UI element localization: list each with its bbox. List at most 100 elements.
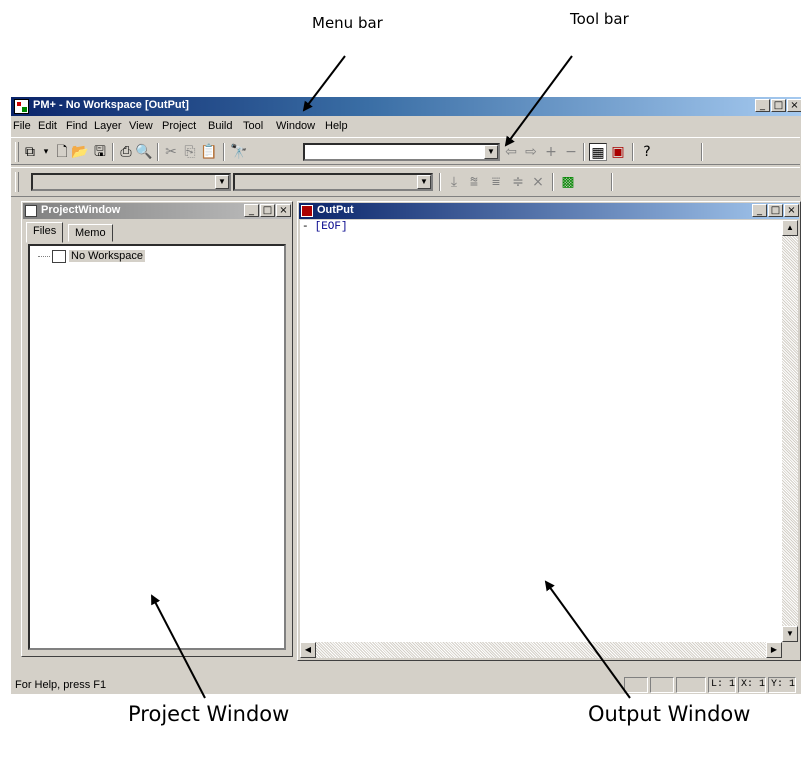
- clean-icon[interactable]: ⨯: [529, 173, 547, 191]
- status-text: For Help, press F1: [15, 679, 107, 691]
- status-x: X: 1: [738, 677, 766, 693]
- scroll-right-icon[interactable]: ▶: [766, 642, 782, 658]
- print-icon[interactable]: ⎙: [117, 143, 135, 161]
- menu-bar-annotation: Menu bar: [312, 14, 383, 32]
- close-button[interactable]: ×: [784, 204, 799, 217]
- toolbar-end: [701, 143, 703, 161]
- menu-view[interactable]: View: [129, 120, 153, 132]
- chevron-down-icon[interactable]: ▼: [215, 175, 229, 189]
- menu-window[interactable]: Window: [276, 120, 315, 132]
- scroll-down-icon[interactable]: ▼: [782, 626, 798, 642]
- build-target-combo[interactable]: ▼: [31, 173, 231, 191]
- tree-item-label: No Workspace: [69, 250, 145, 263]
- maximize-button[interactable]: □: [768, 204, 783, 217]
- horizontal-scrollbar[interactable]: ◀ ▶: [300, 642, 782, 658]
- scroll-up-icon[interactable]: ▲: [782, 220, 798, 236]
- find-icon[interactable]: 🔭: [230, 143, 248, 161]
- menu-layer[interactable]: Layer: [94, 120, 122, 132]
- tab-files[interactable]: Files: [26, 222, 64, 243]
- open-file-icon[interactable]: 📂: [71, 143, 89, 161]
- toolbar-separator: [632, 143, 634, 161]
- build-icon[interactable]: ⤓: [445, 173, 463, 191]
- build-config-combo[interactable]: ▼: [233, 173, 433, 191]
- stop-icon[interactable]: ≑: [509, 173, 527, 191]
- minimize-button[interactable]: _: [752, 204, 767, 217]
- output-window-controls: _ □ ×: [751, 204, 799, 217]
- menu-find[interactable]: Find: [66, 120, 87, 132]
- menu-project[interactable]: Project: [162, 120, 196, 132]
- help-icon[interactable]: ?: [638, 143, 656, 161]
- status-pane: [676, 677, 706, 693]
- back-icon[interactable]: ⇦: [502, 143, 520, 161]
- project-window-title-bar[interactable]: ProjectWindow _ □ ×: [23, 203, 291, 219]
- app-title: PM+ - No Workspace [OutPut]: [33, 99, 189, 111]
- scroll-left-icon[interactable]: ◀: [300, 642, 316, 658]
- output-window: OutPut _ □ × - [EOF] ▲ ▼ ◀ ▶: [297, 201, 801, 661]
- add-icon[interactable]: +: [542, 143, 560, 161]
- rebuild-icon[interactable]: ⩰: [465, 173, 483, 191]
- close-button[interactable]: ×: [276, 204, 291, 217]
- app-title-bar[interactable]: PM+ - No Workspace [OutPut] _ □ ×: [11, 97, 801, 116]
- workspace-icon: [52, 250, 66, 263]
- copy-icon[interactable]: ⎘: [181, 143, 199, 161]
- toolbar-separator: [112, 143, 114, 161]
- menu-help[interactable]: Help: [325, 120, 348, 132]
- project-tree-icon: [25, 205, 37, 217]
- project-window-controls: _ □ ×: [243, 204, 291, 217]
- project-window-icon[interactable]: ▦: [589, 143, 607, 161]
- output-line: - [EOF]: [302, 221, 348, 233]
- pm-app-icon: [14, 99, 29, 114]
- window-controls: _ □ ×: [754, 99, 801, 112]
- status-line: L: 1: [708, 677, 736, 693]
- project-window: ProjectWindow _ □ × Files Memo No Workspac…: [21, 201, 293, 657]
- tree-item[interactable]: No Workspace: [38, 250, 145, 263]
- build-toolbar: ▼ ▼ ⤓ ⩰ ⩸ ≑ ⨯ ▩: [11, 167, 800, 197]
- output-window-title-bar[interactable]: OutPut _ □ ×: [299, 203, 799, 219]
- chevron-down-icon[interactable]: ▼: [417, 175, 431, 189]
- toolbar-separator: [439, 173, 441, 191]
- toolbar-separator: [583, 143, 585, 161]
- main-toolbar: ⧉ ▾ 🗋 📂 🖫 ⎙ 🔍 ✂ ⎘ 📋 🔭 ▼ ⇦ ⇨ + − ▦ ▣ ?: [11, 137, 800, 165]
- status-y: Y: 1: [768, 677, 796, 693]
- tab-memo[interactable]: Memo: [68, 224, 113, 242]
- tree-connector: [38, 256, 50, 257]
- status-pane: [650, 677, 674, 693]
- minimize-button[interactable]: _: [755, 99, 770, 112]
- menu-build[interactable]: Build: [208, 120, 232, 132]
- output-window-title: OutPut: [317, 204, 354, 216]
- output-window-annotation: Output Window: [588, 702, 751, 726]
- cut-icon[interactable]: ✂: [162, 143, 180, 161]
- status-bar: For Help, press F1 L: 1 X: 1 Y: 1: [11, 675, 800, 695]
- project-tree[interactable]: No Workspace: [28, 244, 286, 650]
- menu-tool[interactable]: Tool: [243, 120, 263, 132]
- forward-icon[interactable]: ⇨: [522, 143, 540, 161]
- output-window-icon[interactable]: ▣: [609, 143, 627, 161]
- menu-file[interactable]: File: [13, 120, 31, 132]
- toolbar-grip[interactable]: [15, 172, 19, 192]
- project-window-title: ProjectWindow: [41, 204, 121, 216]
- chevron-down-icon[interactable]: ▼: [484, 145, 498, 159]
- menu-bar: File Edit Find Layer View Project Build …: [11, 117, 800, 135]
- output-text-area[interactable]: - [EOF]: [300, 220, 782, 642]
- print-preview-icon[interactable]: 🔍: [135, 143, 153, 161]
- status-pane: [624, 677, 648, 693]
- maximize-button[interactable]: □: [771, 99, 786, 112]
- minimize-button[interactable]: _: [244, 204, 259, 217]
- toolbar-separator: [223, 143, 225, 161]
- remove-icon[interactable]: −: [562, 143, 580, 161]
- close-button[interactable]: ×: [787, 99, 801, 112]
- save-icon[interactable]: 🖫: [91, 143, 109, 161]
- find-combo[interactable]: ▼: [303, 143, 500, 161]
- toolbar-separator: [552, 173, 554, 191]
- build-all-icon[interactable]: ⩸: [487, 173, 505, 191]
- toolbar-grip[interactable]: [15, 142, 19, 162]
- menu-edit[interactable]: Edit: [38, 120, 57, 132]
- output-line-marker: -: [302, 221, 309, 233]
- debug-icon[interactable]: ▩: [559, 173, 577, 191]
- vertical-scrollbar[interactable]: ▲ ▼: [782, 220, 798, 642]
- toolbar-separator: [157, 143, 159, 161]
- paste-icon[interactable]: 📋: [200, 143, 218, 161]
- maximize-button[interactable]: □: [260, 204, 275, 217]
- new-file-icon[interactable]: 🗋: [53, 143, 71, 161]
- project-window-annotation: Project Window: [128, 702, 290, 726]
